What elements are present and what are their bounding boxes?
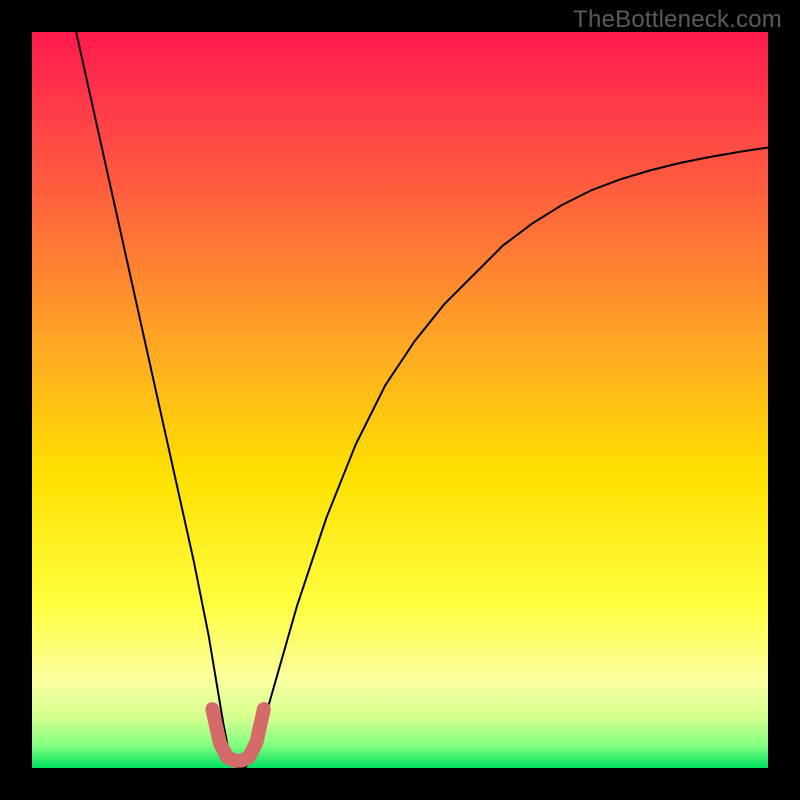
bottleneck-chart	[32, 32, 768, 768]
gradient-background	[32, 32, 768, 768]
chart-frame: TheBottleneck.com	[0, 0, 800, 800]
watermark-text: TheBottleneck.com	[573, 6, 782, 34]
plot-area	[32, 32, 768, 768]
